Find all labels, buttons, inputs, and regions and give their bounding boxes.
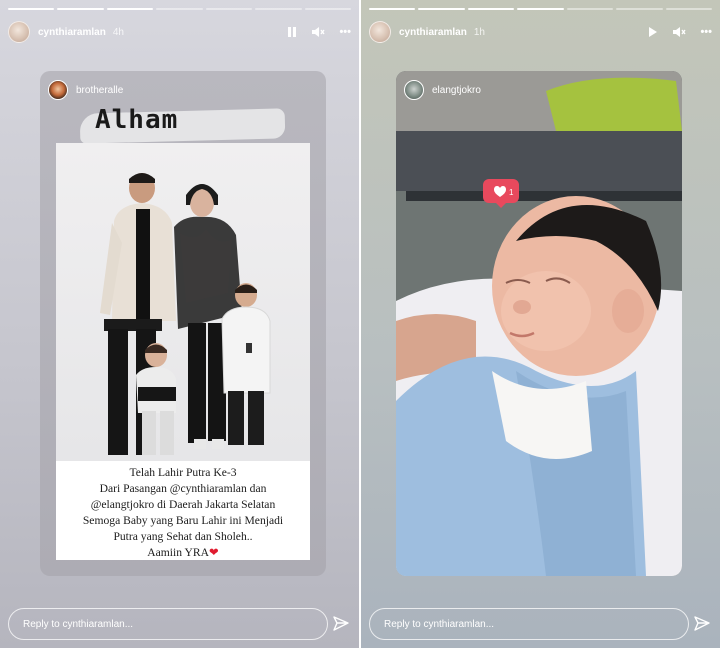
progress-segment — [57, 8, 104, 10]
reply-input[interactable]: Reply to cynthiaramlan... — [369, 608, 689, 640]
story-timestamp: 4h — [112, 26, 124, 38]
volume-muted-icon[interactable] — [672, 26, 686, 38]
story-panel-left: cynthiaramlan 4h ••• brotheralle Alham T… — [0, 0, 359, 648]
progress-segment — [369, 8, 416, 10]
story-username[interactable]: cynthiaramlan — [399, 27, 467, 38]
reply-input[interactable]: Reply to cynthiaramlan... — [8, 608, 328, 640]
newborn-photo — [396, 71, 682, 576]
reshared-post-card[interactable]: elangtjokro — [396, 71, 682, 576]
caption-line: Aamiin YRA — [147, 546, 209, 559]
family-photo — [56, 143, 310, 461]
caption-line: Putra yang Sehat dan Sholeh.. — [113, 530, 253, 543]
progress-segment — [205, 8, 253, 10]
progress-segment — [616, 8, 663, 10]
progress-segment — [156, 8, 203, 10]
progress-segment — [255, 8, 302, 10]
send-icon[interactable] — [332, 615, 350, 638]
post-username[interactable]: brotheralle — [76, 85, 123, 96]
caption-line: Dari Pasangan @cynthiaramlan dan — [99, 482, 267, 495]
post-header: brotheralle — [48, 80, 123, 100]
post-username[interactable]: elangtjokro — [432, 85, 481, 96]
progress-segment — [665, 8, 712, 10]
reshared-post-card[interactable]: brotheralle Alham Telah Lahir Putra Ke-3… — [40, 71, 326, 576]
caption-line: Telah Lahir Putra Ke-3 — [129, 466, 237, 479]
like-notification-badge: 1 — [482, 178, 520, 208]
story-header: cynthiaramlan 4h ••• — [8, 19, 351, 45]
progress-segment — [304, 8, 351, 10]
avatar[interactable] — [8, 21, 30, 43]
avatar[interactable] — [369, 21, 391, 43]
story-progress-bar — [369, 8, 712, 10]
caption-line-last: Aamiin YRA❤ — [60, 545, 306, 561]
volume-muted-icon[interactable] — [311, 26, 325, 38]
reply-placeholder: Reply to cynthiaramlan... — [384, 618, 495, 630]
more-options-icon[interactable]: ••• — [339, 26, 351, 38]
send-icon[interactable] — [693, 615, 711, 638]
progress-segment — [566, 8, 614, 10]
post-heading: Alham — [95, 105, 179, 135]
reply-placeholder: Reply to cynthiaramlan... — [23, 618, 134, 630]
story-progress-bar — [8, 8, 351, 10]
caption-line: Semoga Baby yang Baru Lahir ini Menjadi — [82, 514, 284, 527]
progress-segment — [418, 8, 465, 10]
play-icon[interactable] — [648, 26, 658, 38]
post-header: elangtjokro — [404, 80, 481, 100]
more-options-icon[interactable]: ••• — [700, 26, 712, 38]
post-caption: Telah Lahir Putra Ke-3 Dari Pasangan @cy… — [56, 461, 310, 560]
post-avatar[interactable] — [48, 80, 68, 100]
post-avatar[interactable] — [404, 80, 424, 100]
pause-icon[interactable] — [287, 26, 297, 38]
progress-segment — [517, 8, 564, 10]
story-timestamp: 1h — [473, 26, 485, 38]
progress-segment — [467, 8, 515, 10]
progress-segment — [106, 8, 154, 10]
caption-line: @elangtjokro di Daerah Jakarta Selatan — [90, 498, 276, 511]
story-username[interactable]: cynthiaramlan — [38, 27, 106, 38]
heart-icon: ❤ — [209, 546, 219, 559]
progress-segment — [8, 8, 55, 10]
story-header: cynthiaramlan 1h ••• — [369, 19, 712, 45]
like-count: 1 — [509, 188, 514, 197]
